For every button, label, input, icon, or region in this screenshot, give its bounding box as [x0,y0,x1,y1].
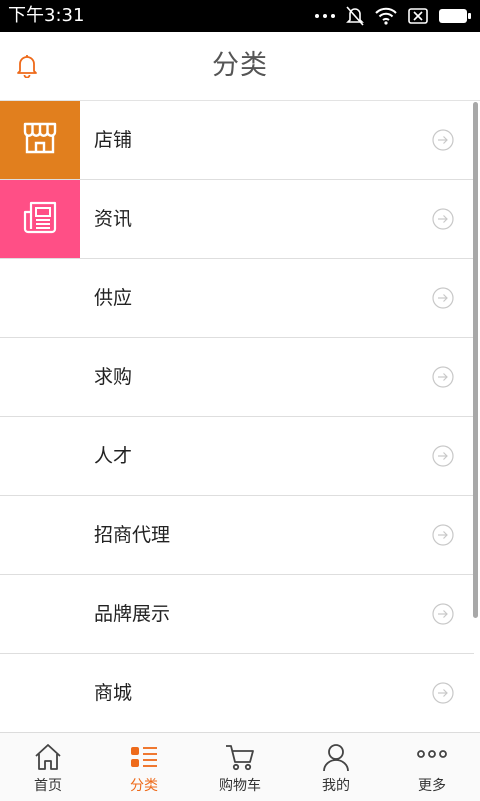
arrow-right-circle-icon [432,445,454,467]
more-icon [417,742,447,772]
tab-category[interactable]: 分类 [96,733,192,801]
arrow-right-circle-icon [432,366,454,388]
category-label: 招商代理 [94,524,171,546]
category-label: 供应 [94,287,133,309]
category-icon [129,742,159,772]
category-item-brand[interactable]: 品牌展示 [0,575,474,654]
category-label: 商城 [94,682,133,704]
arrow-right-circle-icon [432,524,454,546]
arrow-right-circle-icon [432,287,454,309]
arrow-right-circle-icon [432,129,454,151]
category-item-talent[interactable]: 人才 [0,417,474,496]
tab-label: 我的 [322,778,350,794]
tab-label: 首页 [34,778,62,794]
app-header: 分类 [0,32,480,101]
cart-icon [225,742,255,772]
page-title: 分类 [212,50,268,81]
status-time: 下午3:31 [8,5,85,26]
category-item-supply[interactable]: 供应 [0,259,474,338]
more-dots-icon [314,12,336,20]
category-label: 品牌展示 [94,603,171,625]
bottom-tab-bar: 首页 分类 购物车 我的 更多 [0,732,480,801]
category-item-store[interactable]: 店铺 [0,101,474,180]
list-scrollbar[interactable] [473,102,478,618]
tab-home[interactable]: 首页 [0,733,96,801]
no-sim-icon [408,8,428,24]
category-list: 店铺 资讯 供应 求购 人才 招商代理 品牌展示 商城 [0,101,474,733]
store-icon [22,121,58,159]
tab-me[interactable]: 我的 [288,733,384,801]
status-icons [314,6,472,26]
tab-more[interactable]: 更多 [384,733,480,801]
wifi-icon [374,7,398,25]
category-tile-store [0,101,80,179]
category-tile-news [0,180,80,258]
category-label: 店铺 [94,129,133,151]
tab-label: 购物车 [219,778,261,794]
battery-icon [438,8,472,24]
category-label: 资讯 [94,208,133,230]
arrow-right-circle-icon [432,682,454,704]
status-bar: 下午3:31 [0,0,480,32]
category-item-purchase[interactable]: 求购 [0,338,474,417]
tab-cart[interactable]: 购物车 [192,733,288,801]
home-icon [33,742,63,772]
arrow-right-circle-icon [432,603,454,625]
category-label: 人才 [94,445,133,467]
tab-label: 更多 [418,778,446,794]
tab-label: 分类 [130,778,158,794]
category-item-news[interactable]: 资讯 [0,180,474,259]
arrow-right-circle-icon [432,208,454,230]
user-icon [321,742,351,772]
category-item-franchise[interactable]: 招商代理 [0,496,474,575]
mute-bell-icon [346,6,364,26]
category-label: 求购 [94,366,133,388]
category-item-mall[interactable]: 商城 [0,654,474,733]
newspaper-icon [22,200,58,238]
